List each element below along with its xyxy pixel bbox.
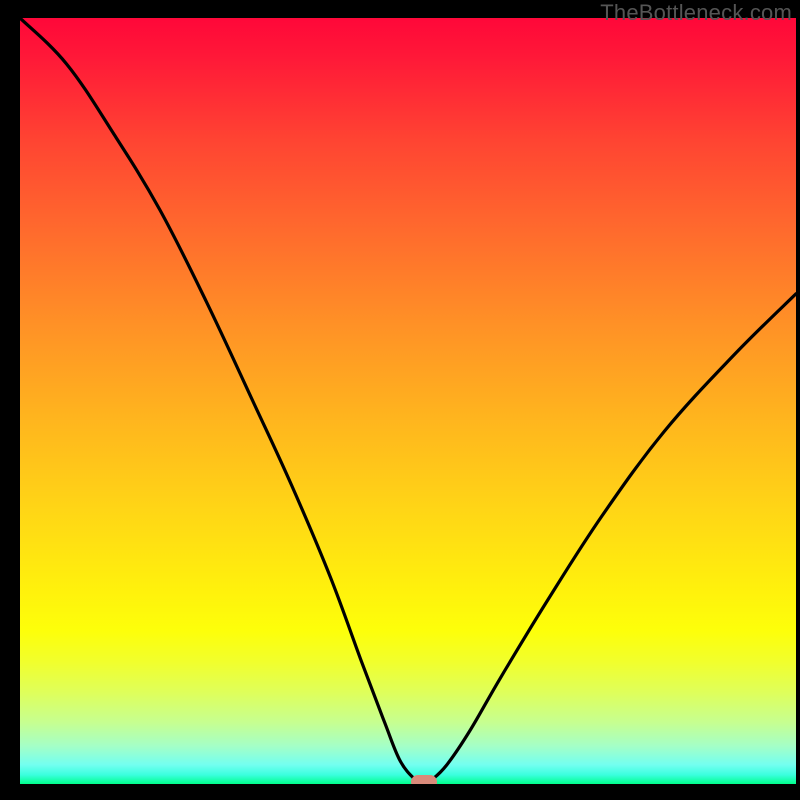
curve-svg bbox=[20, 18, 796, 784]
minimum-marker bbox=[411, 775, 437, 784]
plot-area bbox=[20, 18, 796, 784]
watermark-text: TheBottleneck.com bbox=[600, 0, 792, 26]
bottleneck-curve bbox=[20, 18, 796, 784]
chart-container: TheBottleneck.com bbox=[0, 0, 800, 800]
